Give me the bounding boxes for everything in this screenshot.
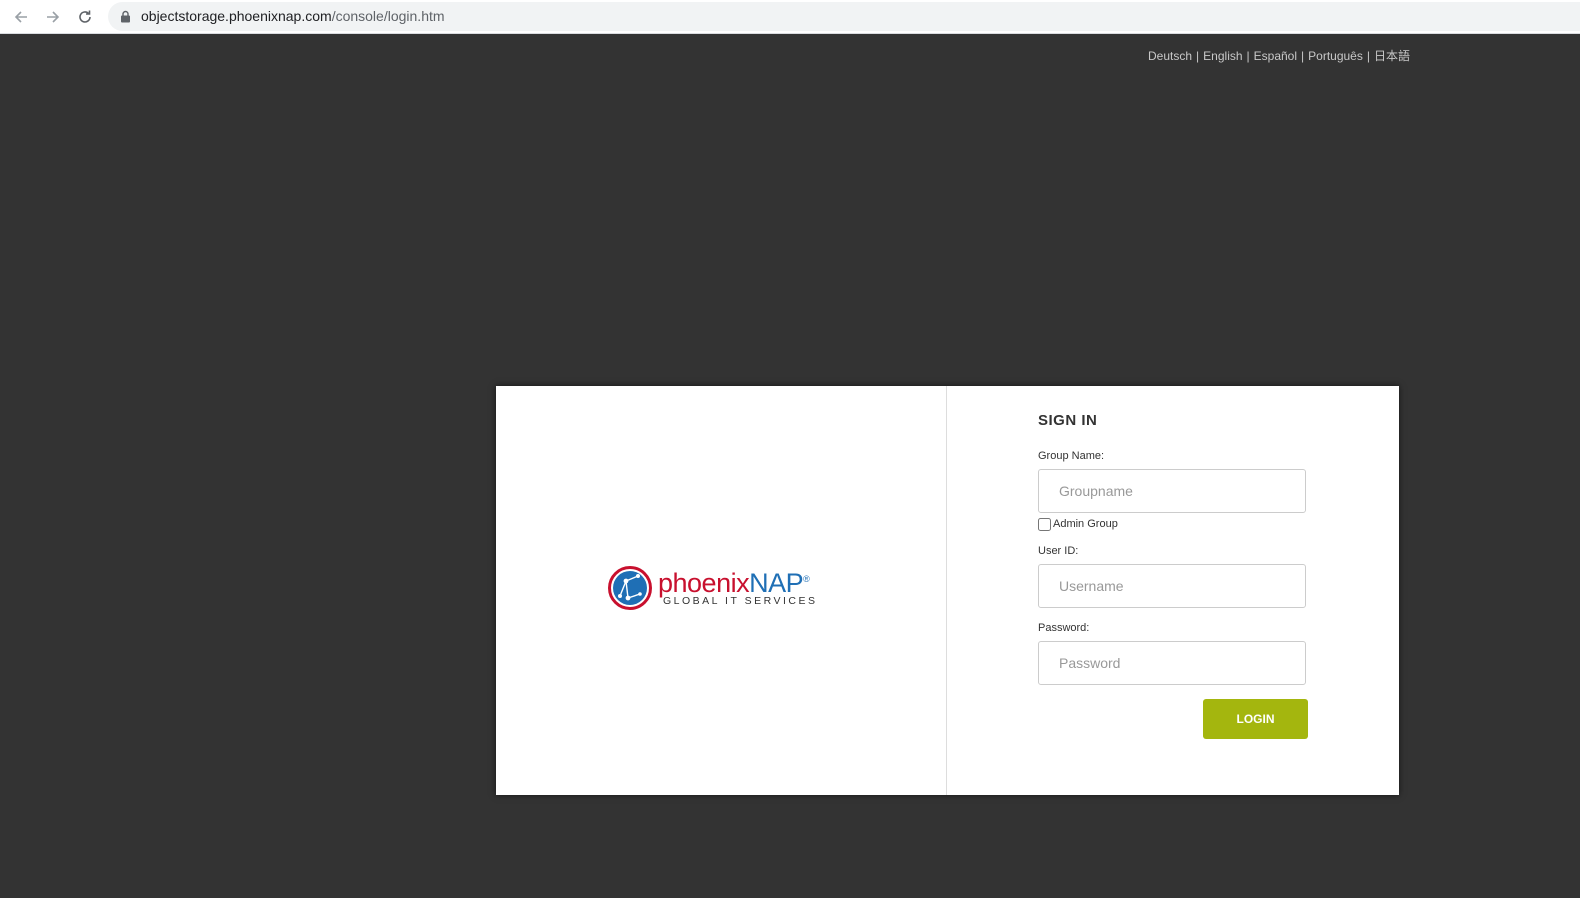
language-selector: Deutsch | English | Español | Português | 日本語 [1148, 47, 1410, 64]
separator: | [1196, 49, 1200, 63]
separator: | [1366, 49, 1370, 63]
logo-tagline: GLOBAL IT SERVICES [663, 595, 818, 607]
lock-icon [121, 10, 130, 23]
lang-espanol-link[interactable]: Español [1254, 49, 1297, 63]
back-button[interactable] [9, 5, 33, 29]
sign-in-title: SIGN IN [1038, 412, 1098, 429]
phoenixnap-logo: phoenixNAP® GLOBAL IT SERVICES [608, 566, 834, 612]
logo-nap: NAP [749, 568, 804, 598]
user-id-input[interactable] [1038, 564, 1306, 608]
group-name-label: Group Name: [1038, 450, 1105, 462]
admin-group-label: Admin Group [1053, 518, 1118, 530]
login-button[interactable]: LOGIN [1203, 699, 1308, 739]
password-input[interactable] [1038, 641, 1306, 685]
arrow-right-icon [47, 11, 60, 23]
lang-deutsch-link[interactable]: Deutsch [1148, 49, 1192, 63]
user-id-label: User ID: [1038, 545, 1079, 557]
reload-button[interactable] [73, 5, 97, 29]
address-bar[interactable]: objectstorage.phoenixnap.com/console/log… [108, 2, 1580, 31]
logo-registered: ® [803, 574, 810, 584]
url-path: /console/login.htm [331, 8, 445, 24]
group-name-input[interactable] [1038, 469, 1306, 513]
browser-toolbar: objectstorage.phoenixnap.com/console/log… [0, 0, 1580, 34]
signin-panel: SIGN IN Group Name: Admin Group User ID:… [948, 386, 1399, 795]
separator: | [1301, 49, 1305, 63]
globe-icon [608, 566, 652, 610]
admin-group-row: Admin Group [1038, 514, 1308, 534]
arrow-left-icon [14, 11, 27, 23]
separator: | [1246, 49, 1250, 63]
logo-phoenix: phoenix [658, 568, 750, 598]
login-card: phoenixNAP® GLOBAL IT SERVICES SIGN IN G… [496, 386, 1399, 795]
admin-group-checkbox[interactable] [1038, 517, 1051, 531]
url-text: objectstorage.phoenixnap.com/console/log… [141, 8, 445, 24]
password-label: Password: [1038, 622, 1090, 634]
lang-portugues-link[interactable]: Português [1308, 49, 1363, 63]
login-form: SIGN IN Group Name: Admin Group User ID:… [1038, 412, 1308, 685]
reload-icon [79, 10, 91, 23]
lang-japanese-link[interactable]: 日本語 [1374, 49, 1410, 63]
url-host: objectstorage.phoenixnap.com [141, 8, 332, 24]
lang-english-link[interactable]: English [1203, 49, 1242, 63]
forward-button[interactable] [41, 5, 65, 29]
logo-panel: phoenixNAP® GLOBAL IT SERVICES [496, 386, 947, 795]
